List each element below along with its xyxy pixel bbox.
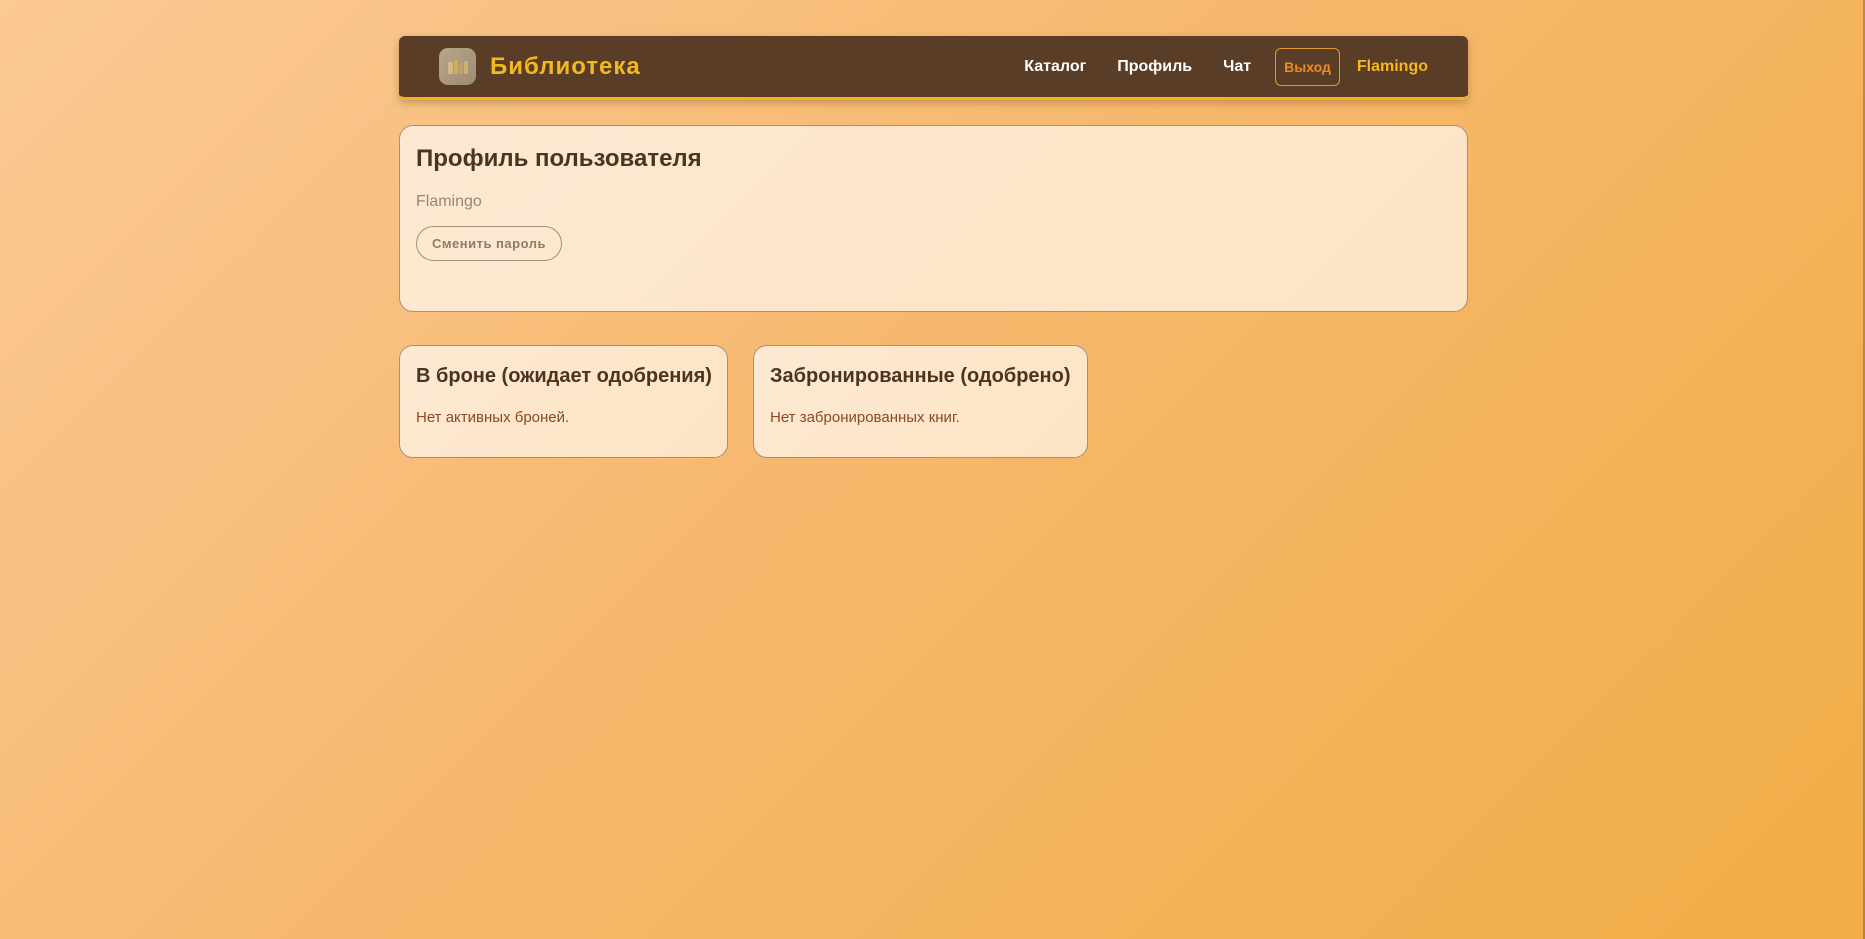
profile-title: Профиль пользователя <box>416 145 702 172</box>
nav-catalog-link[interactable]: Каталог <box>1024 58 1086 76</box>
nav-username-link[interactable]: Flamingo <box>1357 58 1428 76</box>
approved-title: Забронированные (одобрено) <box>770 365 1071 387</box>
profile-username: Flamingo <box>416 193 482 210</box>
main-nav: Каталог Профиль Чат Выход Flamingo <box>1024 47 1428 86</box>
approved-reservations-card: Забронированные (одобрено) Нет заброниро… <box>753 345 1088 458</box>
books-icon <box>439 48 476 85</box>
brand-link[interactable]: Библиотека <box>439 48 641 85</box>
pending-title: В броне (ожидает одобрения) <box>416 365 712 387</box>
nav-chat-link[interactable]: Чат <box>1223 58 1251 76</box>
brand-name: Библиотека <box>490 52 641 80</box>
profile-card: Профиль пользователя Flamingo Сменить па… <box>399 125 1468 312</box>
top-navbar: Библиотека Каталог Профиль Чат Выход Fla… <box>399 36 1468 100</box>
nav-profile-link[interactable]: Профиль <box>1117 58 1192 76</box>
logout-button[interactable]: Выход <box>1275 47 1340 86</box>
approved-empty-text: Нет забронированных книг. <box>770 409 960 426</box>
pending-reservations-card: В броне (ожидает одобрения) Нет активных… <box>399 345 728 458</box>
page-container: Библиотека Каталог Профиль Чат Выход Fla… <box>399 36 1468 458</box>
pending-empty-text: Нет активных броней. <box>416 409 570 426</box>
reservations-row: В броне (ожидает одобрения) Нет активных… <box>399 345 1468 458</box>
change-password-button[interactable]: Сменить пароль <box>416 226 562 261</box>
